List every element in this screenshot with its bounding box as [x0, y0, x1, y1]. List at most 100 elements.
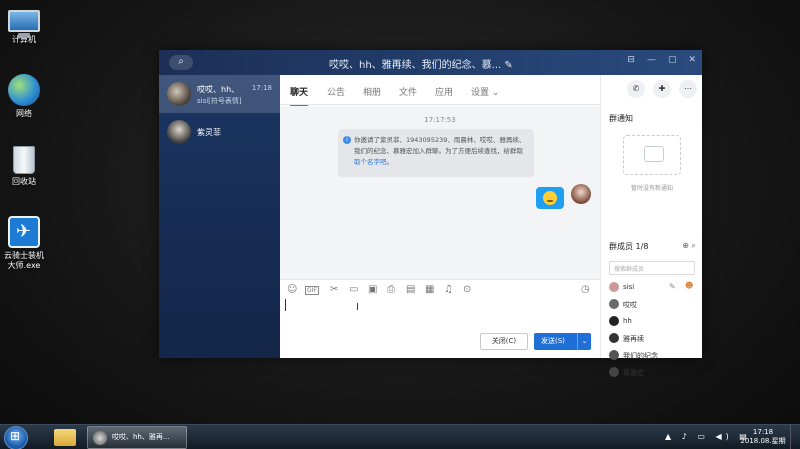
computer-icon — [8, 10, 40, 38]
desktop-icon-yunqishi[interactable]: 云骑士装机大师.exe — [0, 216, 54, 271]
ibeam-cursor-icon: I — [356, 302, 359, 313]
member-item[interactable]: 慕雅宏 — [609, 366, 699, 380]
taskbar: 哎哎、hh、雅再... ▲ ♪ ▭ ◀) ▤ 17:18 2018.08.星期一 — [0, 424, 800, 449]
conversation-name: 哎哎、hh、 — [197, 85, 240, 94]
member-item[interactable]: 我们的纪念 — [609, 349, 699, 363]
gift-icon[interactable]: ▤ — [406, 284, 415, 296]
group-avatar — [167, 82, 191, 106]
member-name: 我们的纪念 — [623, 352, 658, 360]
conversation-item-contact[interactable]: 紫灵菲 — [159, 113, 280, 151]
bell-icon[interactable]: ♫ — [444, 284, 453, 296]
tab-announcement[interactable]: 公告 — [327, 85, 345, 98]
members-title: 群成员 1/8 — [609, 242, 649, 251]
self-avatar[interactable] — [571, 184, 591, 204]
gif-icon[interactable]: GIF — [305, 286, 319, 295]
window-titlebar[interactable]: ⌕ 哎哎、hh、雅再续、我们的纪念、慕... ✎ ⊟ — ▢ ✕ — [159, 50, 702, 75]
send-button[interactable]: 发送(S) ⌄ — [534, 333, 591, 350]
member-avatar — [609, 316, 619, 326]
notice-end: 。 — [386, 158, 394, 166]
chat-tabs: 聊天 公告 相册 文件 应用 设置 ⌄ — [280, 75, 600, 107]
members-actions: ⊕ ⌕ — [682, 241, 696, 251]
info-icon: i — [343, 136, 351, 144]
tab-chat[interactable]: 聊天 — [290, 85, 309, 107]
window-controls: ⊟ — ▢ ✕ — [627, 55, 696, 65]
show-desktop-button[interactable] — [790, 425, 800, 449]
member-item[interactable]: sisi ✎ ☻ — [609, 281, 699, 295]
calendar-icon[interactable]: ▦ — [425, 284, 434, 296]
notice-text: 你邀请了紫灵菲、1943095239、雨晨林、哎哎、雅再续、我们的纪念、慕雅宏加… — [354, 136, 526, 155]
member-name: sisi — [623, 283, 635, 291]
maximize-icon[interactable]: ▢ — [668, 55, 677, 65]
clock-time: 17:18 — [752, 428, 774, 436]
desktop-icon-network[interactable]: 网络 — [0, 74, 54, 119]
member-avatar — [609, 282, 619, 292]
phone-icon[interactable]: ✆ — [627, 80, 645, 98]
contact-avatar — [167, 120, 191, 144]
chat-app-icon — [93, 431, 107, 445]
empty-notice-illustration-icon — [623, 135, 681, 175]
conversation-preview: sisi[符号表情] — [197, 97, 242, 105]
rename-group-link[interactable]: 取个名字吧 — [354, 158, 387, 166]
tab-album[interactable]: 相册 — [363, 85, 381, 98]
member-search-input[interactable]: 搜索群成员 — [609, 261, 695, 275]
group-notice-empty-text: 暂时没有新通知 — [630, 185, 673, 192]
message-area[interactable]: 17:17:53 i 你邀请了紫灵菲、1943095239、雨晨林、哎哎、雅再续… — [280, 106, 600, 279]
tab-settings[interactable]: 设置 ⌄ — [471, 85, 499, 98]
conversation-item-group[interactable]: 哎哎、hh、 sisi[符号表情] 17:18 — [159, 75, 280, 113]
conversation-list: 哎哎、hh、 sisi[符号表情] 17:18 紫灵菲 — [159, 75, 280, 358]
group-info-panel: ✆ ✚ ⋯ 群通知 暂时没有新通知 群成员 1/8 ⊕ ⌕ 搜索群成员 sisi… — [600, 75, 702, 377]
tab-files[interactable]: 文件 — [399, 85, 417, 98]
owner-icon: ☻ — [685, 281, 694, 290]
clock-date: 2018.08.星期一 — [740, 437, 786, 449]
shake-icon[interactable]: ⎙ — [387, 284, 395, 296]
desktop-icon-label: 回收站 — [12, 177, 36, 186]
search-icon[interactable]: ⌕ — [169, 55, 193, 70]
minimize-icon[interactable]: — — [647, 55, 656, 65]
more-icon[interactable]: ⊙ — [463, 284, 471, 296]
member-item[interactable]: 雅再续 — [609, 332, 699, 346]
message-bubble[interactable] — [536, 187, 564, 209]
desktop-icon-label: 云骑士装机大师.exe — [4, 251, 44, 270]
emoji-sticker-icon — [543, 191, 557, 205]
recycle-bin-icon — [13, 146, 35, 174]
start-button[interactable] — [4, 426, 28, 449]
explorer-folder-icon[interactable] — [54, 429, 76, 446]
system-notice: i 你邀请了紫灵菲、1943095239、雨晨林、哎哎、雅再续、我们的纪念、慕雅… — [338, 129, 534, 177]
add-member-icon[interactable]: ⊕ — [682, 241, 689, 250]
message-input[interactable]: I — [280, 299, 600, 329]
member-avatar — [609, 367, 619, 377]
emoji-icon[interactable]: ☺ — [287, 284, 297, 296]
add-chat-icon[interactable]: ✚ — [653, 80, 671, 98]
desktop-icon-label: 网络 — [16, 109, 32, 118]
scissors-icon[interactable]: ✂ — [330, 284, 338, 296]
history-icon[interactable]: ◷ — [581, 284, 590, 296]
member-name: hh — [623, 317, 632, 325]
member-avatar — [609, 333, 619, 343]
chat-window: ⌕ 哎哎、hh、雅再续、我们的纪念、慕... ✎ ⊟ — ▢ ✕ 哎哎、hh、 … — [159, 50, 702, 377]
close-button[interactable]: 关闭(C) — [480, 333, 528, 350]
pin-icon[interactable]: ⊟ — [627, 55, 635, 65]
desktop-icon-recycle-bin[interactable]: 回收站 — [0, 146, 54, 187]
tab-apps[interactable]: 应用 — [435, 85, 453, 98]
image-icon[interactable]: ▣ — [368, 284, 377, 296]
send-options-chevron-icon[interactable]: ⌄ — [577, 333, 591, 350]
network-icon — [8, 74, 40, 106]
taskbar-item-label: 哎哎、hh、雅再... — [112, 433, 170, 441]
member-item[interactable]: hh — [609, 315, 699, 329]
member-search-icon[interactable]: ⌕ — [692, 241, 696, 250]
member-avatar — [609, 299, 619, 309]
send-button-label: 发送(S) — [541, 337, 565, 345]
text-caret — [285, 299, 286, 311]
taskbar-item-chat[interactable]: 哎哎、hh、雅再... — [87, 426, 187, 449]
folder-icon[interactable]: ▭ — [349, 284, 358, 296]
yunqishi-app-icon — [8, 216, 40, 248]
member-avatar — [609, 350, 619, 360]
input-toolbar: ☺ GIF ✂ ▭ ▣ ⎙ ▤ ▦ ♫ ⊙ ◷ — [280, 279, 600, 299]
conversation-time: 17:18 — [251, 84, 272, 92]
member-item[interactable]: 哎哎 — [609, 298, 699, 312]
desktop-icon-computer[interactable]: 计算机 — [0, 6, 54, 45]
close-icon[interactable]: ✕ — [688, 55, 696, 65]
taskbar-clock[interactable]: 17:18 2018.08.星期一 — [738, 428, 788, 449]
edit-icon[interactable]: ✎ — [669, 282, 676, 291]
more-options-icon[interactable]: ⋯ — [679, 80, 697, 98]
